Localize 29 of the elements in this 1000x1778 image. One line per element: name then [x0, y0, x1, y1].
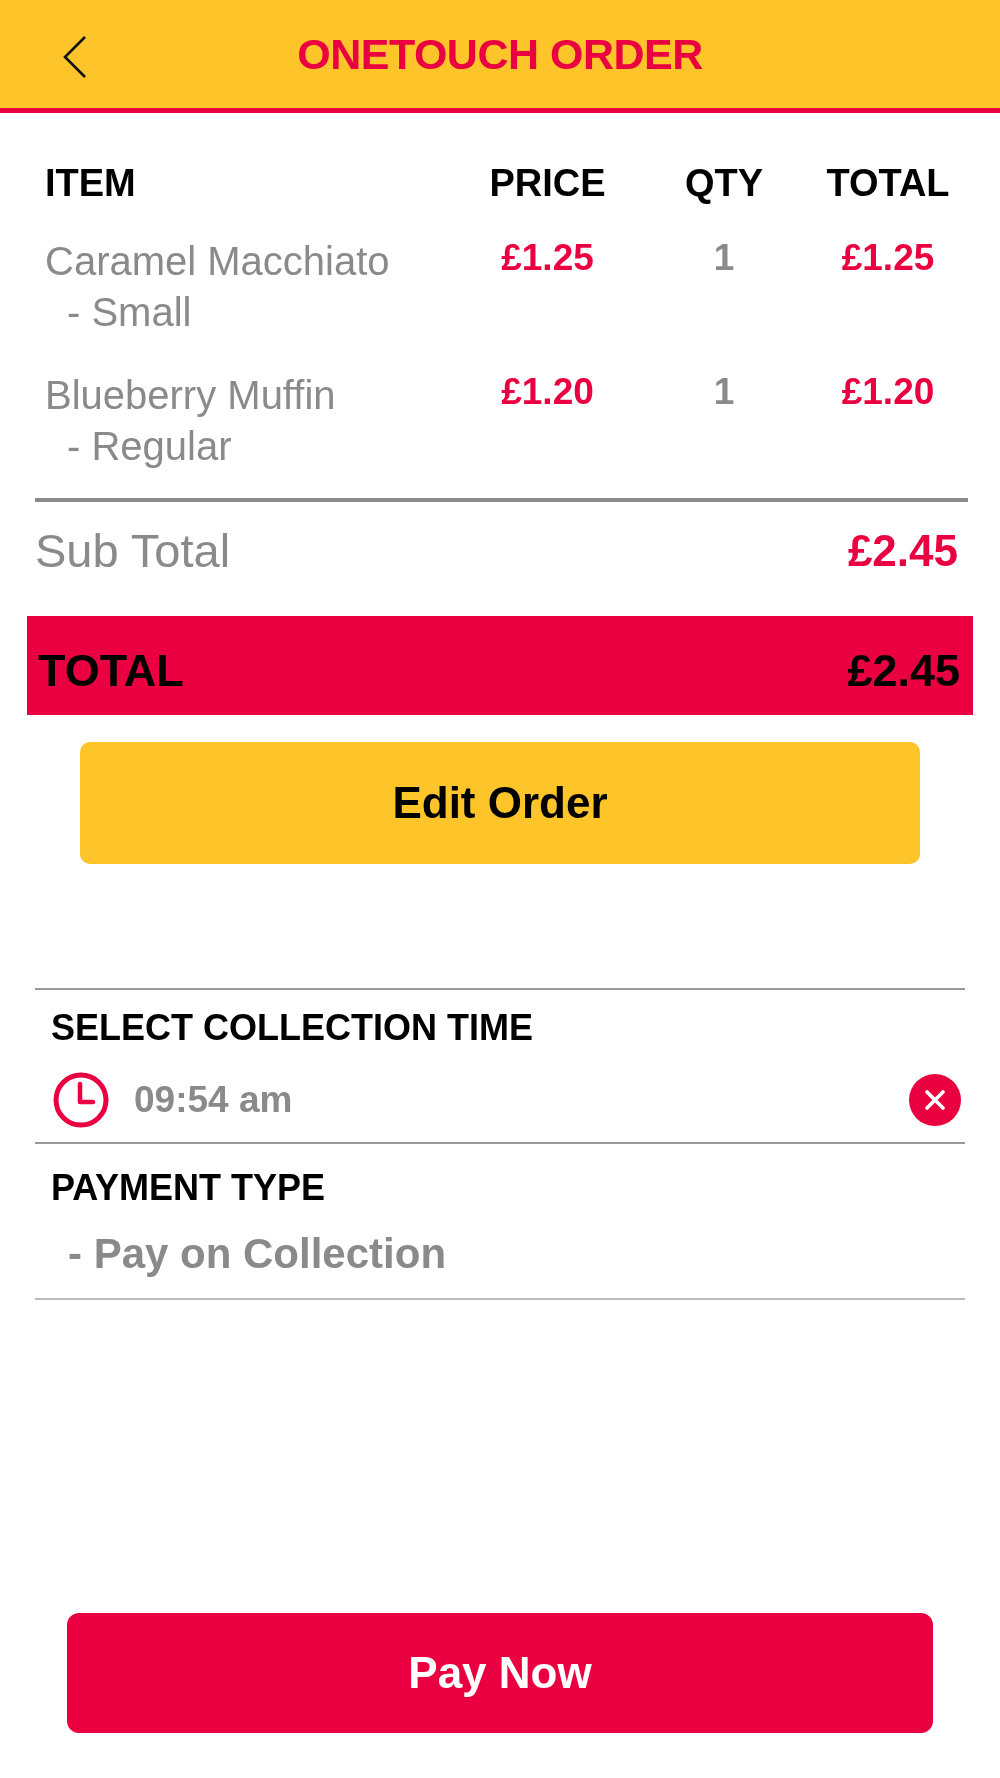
clock-icon [52, 1071, 110, 1129]
collection-time-label: SELECT COLLECTION TIME [51, 1006, 534, 1050]
item-option: - Small [45, 287, 192, 338]
column-header: PRICE [488, 161, 607, 205]
item-name: Caramel Macchiato [45, 238, 390, 285]
item-total: £1.25 [841, 236, 935, 280]
payment-type-label: PAYMENT TYPE [51, 1166, 327, 1210]
item-option: - Regular [45, 421, 232, 472]
sub-total-value: £2.45 [847, 525, 958, 577]
column-header: QTY [683, 161, 765, 205]
sub-total-label: Sub Total [35, 523, 231, 579]
total-value: £2.45 [847, 643, 960, 698]
payment-type-value: - Pay on Collection [68, 1229, 447, 1279]
item-total: £1.20 [841, 370, 935, 414]
back-button[interactable] [63, 36, 87, 78]
back-icon [63, 36, 87, 78]
collection-time-value[interactable]: 09:54 am [134, 1078, 293, 1122]
item-quantity: 1 [713, 370, 735, 414]
item-name: Blueberry Muffin [45, 372, 336, 419]
item-price: £1.20 [501, 370, 594, 414]
pay-now-button[interactable]: Pay Now [67, 1613, 933, 1733]
column-header: TOTAL [825, 161, 951, 205]
item-price: £1.25 [501, 236, 594, 280]
clear-icon[interactable] [909, 1074, 961, 1126]
total-label: TOTAL [38, 643, 184, 698]
edit-order-button[interactable]: Edit Order [80, 742, 920, 864]
column-header: ITEM [44, 161, 137, 205]
page-title: ONETOUCH ORDER [297, 29, 703, 79]
item-quantity: 1 [713, 236, 735, 280]
